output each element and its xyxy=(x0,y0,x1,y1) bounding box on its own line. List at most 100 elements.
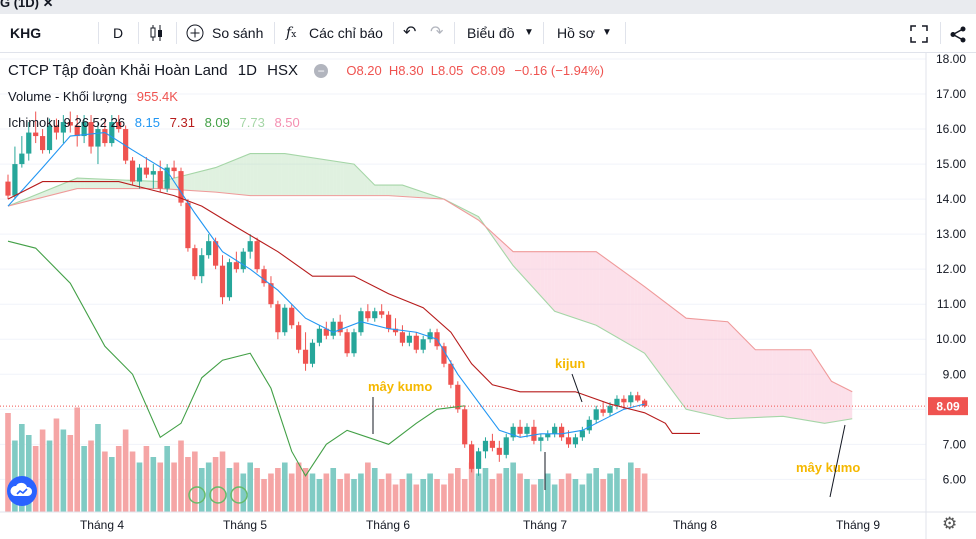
volume-bar xyxy=(489,479,496,512)
volume-bar xyxy=(351,479,357,512)
indicators-button[interactable]: Các chỉ báo xyxy=(309,14,383,52)
kumo-cloud-segment xyxy=(208,168,213,192)
kumo-cloud-segment xyxy=(783,349,787,417)
collapse-icon[interactable]: − xyxy=(314,64,329,79)
gear-icon[interactable]: ⚙ xyxy=(942,514,957,534)
volume-bar xyxy=(323,473,330,512)
candle-body xyxy=(593,409,599,420)
candle-body xyxy=(469,444,475,469)
kumo-cloud-segment xyxy=(533,251,538,293)
chevron-down-icon[interactable]: ▼ xyxy=(602,14,612,52)
kumo-cloud-segment xyxy=(336,161,341,196)
kumo-cloud-segment xyxy=(589,251,593,325)
annotation-kumo-2: mây kumo xyxy=(796,460,860,475)
kumo-cloud-segment xyxy=(343,162,348,196)
kumo-cloud-segment xyxy=(821,365,825,424)
volume-bar xyxy=(399,479,406,512)
kumo-cloud-segment xyxy=(118,179,123,189)
volume-bar xyxy=(53,418,60,512)
volume-bar xyxy=(115,446,122,512)
candle-body xyxy=(635,395,641,401)
volume-bar xyxy=(392,484,399,512)
interval-button[interactable]: D xyxy=(113,14,123,52)
volume-bar xyxy=(385,473,392,512)
volume-bar xyxy=(607,473,613,512)
candle-body xyxy=(143,167,149,175)
last-price-label: 8.09 xyxy=(936,400,960,414)
kumo-cloud-segment xyxy=(398,185,403,197)
cloud-logo-icon[interactable] xyxy=(7,476,37,506)
kumo-cloud-segment xyxy=(634,279,638,350)
plus-circle-icon[interactable] xyxy=(186,14,204,52)
candle-body xyxy=(136,167,143,182)
kumo-cloud-segment xyxy=(575,251,579,320)
kumo-cloud-segment xyxy=(333,160,337,196)
volume-bar xyxy=(510,462,516,512)
candle-body xyxy=(192,248,198,277)
kumo-cloud-segment xyxy=(260,153,265,196)
volume-bar xyxy=(371,468,378,512)
candle-body xyxy=(455,384,461,410)
tab-title[interactable]: G (1D) ✕ xyxy=(0,0,54,11)
kumo-cloud-segment xyxy=(637,281,642,352)
volume-bar xyxy=(282,462,288,512)
kumo-cloud-segment xyxy=(793,349,797,419)
kumo-cloud-segment xyxy=(291,154,296,196)
price-tick-label: 7.00 xyxy=(943,437,967,451)
chart-type-button[interactable]: Biểu đồ xyxy=(467,14,514,52)
share-icon[interactable] xyxy=(950,14,967,52)
kumo-cloud-segment xyxy=(326,159,330,196)
kumo-cloud-segment xyxy=(315,158,320,196)
divider xyxy=(625,22,626,44)
volume-bar xyxy=(358,473,364,512)
kumo-cloud-segment xyxy=(385,185,389,196)
volume-bar xyxy=(95,424,101,512)
candle-body xyxy=(233,262,239,270)
volume-bar xyxy=(60,429,67,512)
chevron-down-icon[interactable]: ▼ xyxy=(524,14,534,52)
volume-bar xyxy=(420,479,426,512)
indicator-fx-icon[interactable]: fx xyxy=(286,14,296,52)
kumo-cloud-segment xyxy=(807,349,811,421)
profile-button[interactable]: Hồ sơ xyxy=(557,14,595,52)
undo-icon[interactable]: ↶ xyxy=(403,14,416,52)
volume-bar xyxy=(81,446,87,512)
kumo-cloud-segment xyxy=(101,179,105,189)
redo-icon[interactable]: ↷ xyxy=(430,14,443,52)
price-tick-label: 17.00 xyxy=(936,87,966,101)
company-name: CTCP Tập đoàn Khải Hoàn Land xyxy=(8,62,228,79)
kumo-cloud-segment xyxy=(616,266,621,340)
volume-bar xyxy=(475,473,482,512)
fullscreen-icon[interactable] xyxy=(910,14,928,52)
candle-body xyxy=(316,328,322,343)
candle-body xyxy=(538,437,544,441)
kumo-cloud-segment xyxy=(350,163,354,196)
kumo-cloud-segment xyxy=(800,349,804,420)
volume-bar xyxy=(586,473,593,512)
time-tick-label: Tháng 4 xyxy=(80,518,124,532)
candle-body xyxy=(247,241,253,252)
volume-bar xyxy=(309,473,316,512)
candlestick-icon[interactable] xyxy=(149,14,165,52)
kumo-cloud-segment xyxy=(544,251,548,304)
volume-bar xyxy=(171,462,177,512)
volume-bar xyxy=(434,479,440,512)
kumo-cloud-segment xyxy=(219,164,223,193)
kumo-cloud-segment xyxy=(108,179,112,189)
legend-exchange: HSX xyxy=(267,62,298,79)
kumo-cloud-segment xyxy=(381,185,386,196)
kumo-cloud-segment xyxy=(392,185,396,197)
kumo-cloud-segment xyxy=(571,251,576,319)
candle-body xyxy=(5,181,11,196)
divider xyxy=(138,22,139,44)
kumo-cloud-segment xyxy=(845,388,849,420)
kumo-cloud-segment xyxy=(312,157,316,196)
volume-bar xyxy=(302,468,309,512)
kumo-cloud-segment xyxy=(77,178,81,189)
volume-bar xyxy=(268,473,274,512)
symbol-search[interactable]: KHG xyxy=(10,14,41,52)
compare-button[interactable]: So sánh xyxy=(212,14,263,52)
candle-body xyxy=(586,419,592,431)
candle-body xyxy=(559,426,565,438)
kumo-cloud-segment xyxy=(828,376,832,423)
